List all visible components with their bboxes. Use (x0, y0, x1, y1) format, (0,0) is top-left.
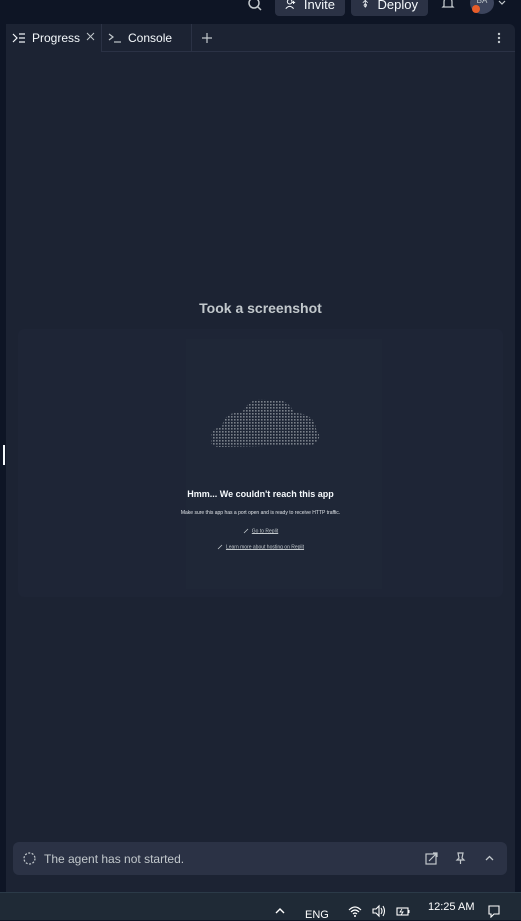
language-indicator[interactable]: ENG (305, 909, 329, 921)
tab-progress[interactable]: Progress (6, 24, 102, 52)
link-icon (217, 544, 223, 550)
notification-center-icon[interactable] (487, 904, 501, 918)
step-heading: Took a screenshot (199, 300, 322, 316)
error-subtitle: Make sure this app has a port open and i… (180, 510, 341, 516)
link-label: Go to Replit (251, 528, 279, 535)
plus-icon[interactable] (200, 31, 214, 45)
battery-icon[interactable] (396, 904, 410, 918)
wifi-icon[interactable] (348, 904, 362, 918)
terminal-icon (108, 33, 121, 43)
bell-icon[interactable] (440, 0, 456, 11)
chevron-down-icon[interactable] (497, 0, 507, 8)
chevron-up-icon[interactable] (273, 904, 287, 918)
resize-handle[interactable] (3, 445, 5, 465)
avatar-initials: BA (476, 0, 488, 5)
deploy-label: Deploy (377, 0, 418, 12)
progress-icon (12, 33, 25, 43)
notification-badge (472, 5, 480, 13)
deploy-button[interactable]: Deploy (351, 0, 428, 16)
invite-label: Invite (303, 0, 335, 12)
progress-pane: Progress Console Took a screenshot Hmm..… (6, 24, 515, 892)
screenshot-preview: Hmm... We couldn't reach this app Make s… (18, 329, 503, 597)
link-icon (243, 528, 249, 534)
more-vertical-icon[interactable] (496, 31, 502, 45)
chevron-up-icon[interactable] (483, 852, 496, 865)
search-icon[interactable] (246, 0, 264, 14)
tab-progress-label: Progress (32, 31, 81, 45)
tab-bar: Progress Console (6, 24, 515, 52)
invite-button[interactable]: Invite (275, 0, 345, 16)
app-header: Invite Deploy BA (0, 0, 521, 20)
open-external-icon[interactable] (425, 852, 438, 865)
go-to-replit-link[interactable]: Go to Replit (18, 528, 503, 534)
link-label: Learn more about hosting on Replit (225, 544, 305, 551)
screenshot-content (186, 339, 382, 589)
agent-status-text: The agent has not started. (44, 852, 185, 866)
error-title: Hmm... We couldn't reach this app (187, 489, 334, 499)
hosting-docs-link[interactable]: Learn more about hosting on Replit (18, 544, 503, 550)
close-icon[interactable] (86, 32, 95, 41)
pin-icon[interactable] (454, 852, 467, 865)
tab-console[interactable]: Console (102, 24, 192, 52)
loading-circle-icon (23, 852, 36, 865)
cloud-icon (210, 399, 320, 447)
clock-time[interactable]: 12:25 AM (428, 901, 474, 913)
agent-status-bar: The agent has not started. (13, 842, 507, 875)
volume-icon[interactable] (372, 904, 386, 918)
os-taskbar: ENG 12:25 AM (0, 892, 521, 921)
add-user-icon (285, 0, 296, 10)
tab-console-label: Console (128, 31, 173, 45)
deploy-icon (362, 0, 368, 8)
